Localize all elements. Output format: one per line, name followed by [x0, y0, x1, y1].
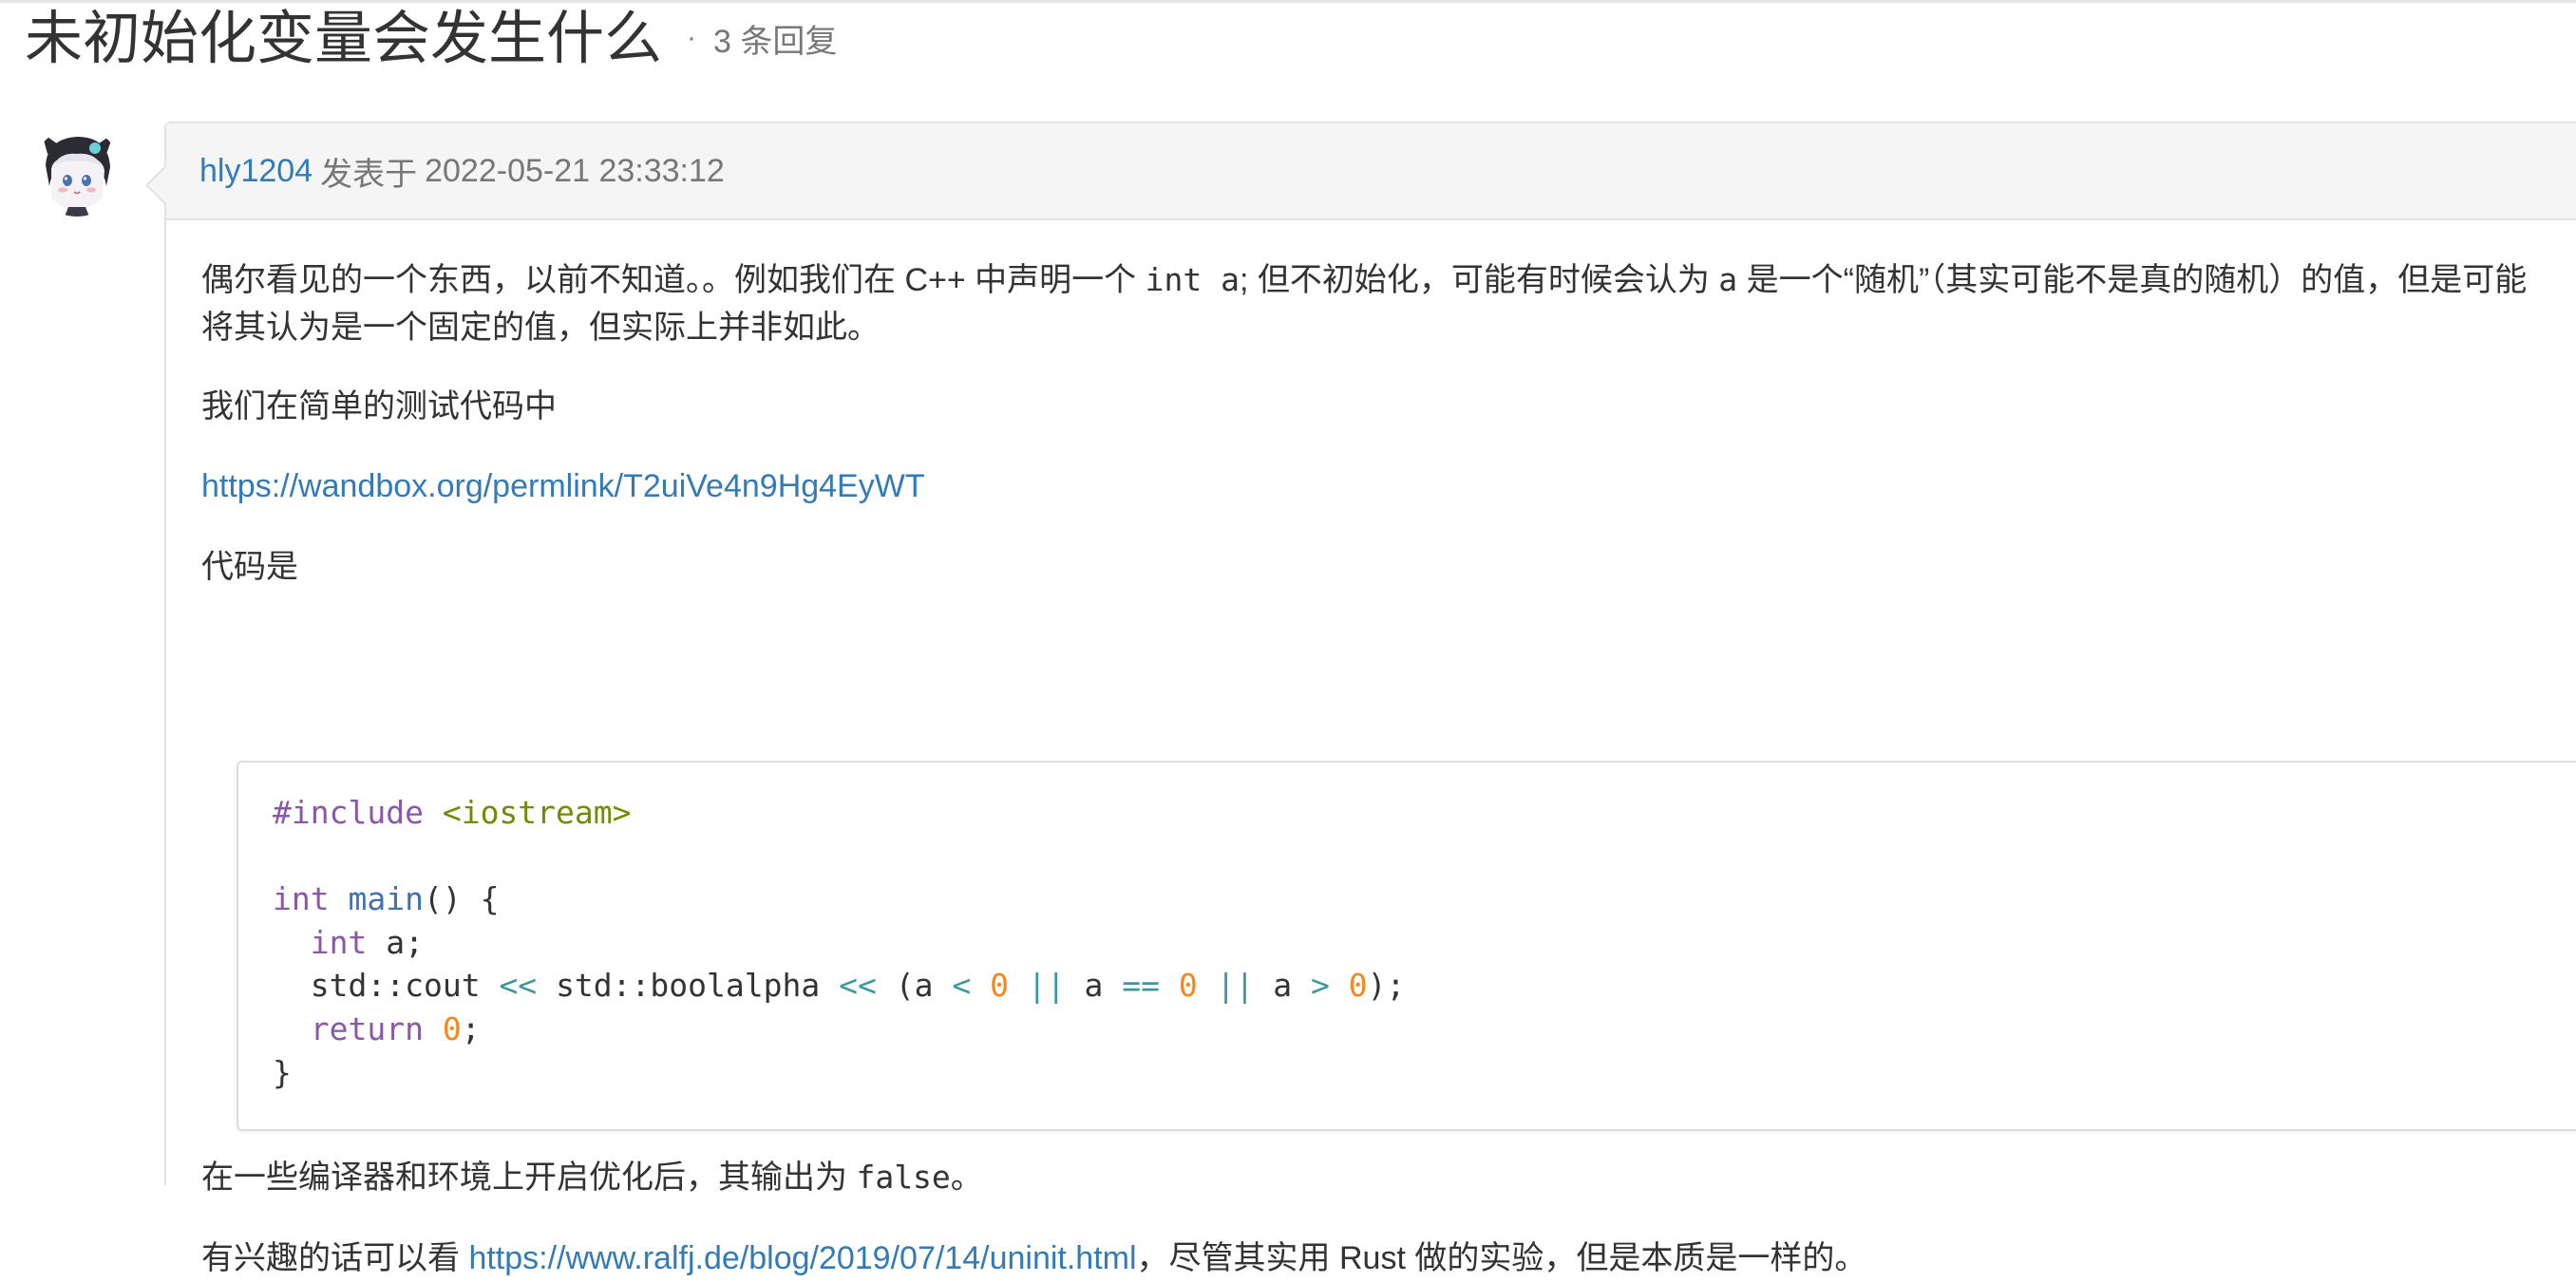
- code-include-header: <iostream>: [442, 794, 632, 831]
- post-paragraph-test: 我们在简单的测试代码中: [201, 388, 557, 424]
- code-num-zero: 0: [442, 1009, 462, 1047]
- output-text-b: 。: [950, 1159, 983, 1196]
- code-op-shift: <<: [839, 967, 877, 1005]
- post-paragraph-output: 在一些编译器和环境上开启优化后，其输出为 false。: [201, 1154, 983, 1201]
- inline-code-false: false: [856, 1159, 951, 1196]
- code-close-brace: }: [273, 1053, 292, 1091]
- code-var: a: [914, 967, 934, 1005]
- code-main-tail: () {: [423, 880, 500, 918]
- code-var-decl: a;: [367, 923, 424, 961]
- code-content: #include <iostream> int main() { int a; …: [273, 791, 1405, 1094]
- code-op-or: ||: [1216, 967, 1255, 1005]
- author-link[interactable]: hly1204: [199, 153, 313, 190]
- code-close-stmt: );: [1367, 967, 1406, 1005]
- code-block: #include <iostream> int main() { int a; …: [237, 761, 2576, 1131]
- code-var: a: [1084, 967, 1104, 1005]
- code-fn-main: main: [348, 880, 424, 918]
- inline-code-a: a: [1718, 261, 1738, 298]
- post-paragraph-code-label: 代码是: [201, 549, 298, 585]
- reference-text-b: ，尽管其实用 Rust 做的实验，但是本质是一样的。: [1136, 1240, 1867, 1276]
- code-op-eq: ==: [1122, 967, 1160, 1005]
- code-num-zero: 0: [990, 967, 1009, 1005]
- code-std-boolalpha: std::boolalpha: [556, 967, 821, 1005]
- intro-text-b: ; 但不初始化，可能有时候会认为: [1239, 262, 1719, 298]
- code-op-shift: <<: [499, 967, 538, 1005]
- code-kw-int: int: [273, 880, 330, 918]
- post-paragraph-link: https://wandbox.org/permlink/T2uiVe4n9Hg…: [201, 462, 925, 510]
- post-header: hly1204 发表于 2022-05-21 23:33:12: [166, 123, 2576, 220]
- topic-title-row: 未初始化变量会发生什么 · 3 条回复: [25, 0, 837, 76]
- topic-title: 未初始化变量会发生什么: [25, 5, 663, 70]
- code-std-cout: std::cout: [310, 967, 481, 1005]
- code-op-gt: >: [1310, 967, 1330, 1005]
- code-kw-return: return: [310, 1009, 424, 1047]
- code-include-directive: #include: [273, 794, 424, 831]
- title-separator: ·: [687, 22, 697, 53]
- code-op-or: ||: [1027, 967, 1066, 1005]
- code-var: a: [1273, 967, 1293, 1005]
- inline-code-int-a: int a: [1145, 261, 1240, 298]
- code-num-zero: 0: [1178, 967, 1198, 1005]
- author-avatar[interactable]: [32, 127, 122, 217]
- post-paragraph-reference: 有兴趣的话可以看 https://www.ralfj.de/blog/2019/…: [201, 1235, 1866, 1282]
- code-open-paren: (: [895, 967, 915, 1005]
- code-op-lt: <: [952, 967, 972, 1005]
- code-num-zero: 0: [1348, 967, 1368, 1005]
- code-kw-int-local: int: [310, 923, 368, 961]
- ralfj-blog-link[interactable]: https://www.ralfj.de/blog/2019/07/14/uni…: [468, 1240, 1136, 1276]
- reference-text-a: 有兴趣的话可以看: [201, 1240, 469, 1276]
- wandbox-link[interactable]: https://wandbox.org/permlink/T2uiVe4n9Hg…: [201, 468, 925, 504]
- post-timestamp[interactable]: 2022-05-21 23:33:12: [425, 153, 725, 190]
- posted-label: 发表于: [320, 156, 418, 193]
- intro-text-a: 偶尔看见的一个东西，以前不知道。。例如我们在 C++ 中声明一个: [201, 262, 1146, 298]
- post-container: hly1204 发表于 2022-05-21 23:33:12 偶尔看见的一个东…: [145, 122, 2576, 1276]
- post-paragraph-intro: 偶尔看见的一个东西，以前不知道。。例如我们在 C++ 中声明一个 int a; …: [201, 256, 2548, 351]
- reply-count: 3 条回复: [713, 23, 838, 60]
- output-text-a: 在一些编译器和环境上开启优化后，其输出为: [201, 1159, 857, 1196]
- code-semicolon: ;: [461, 1009, 481, 1047]
